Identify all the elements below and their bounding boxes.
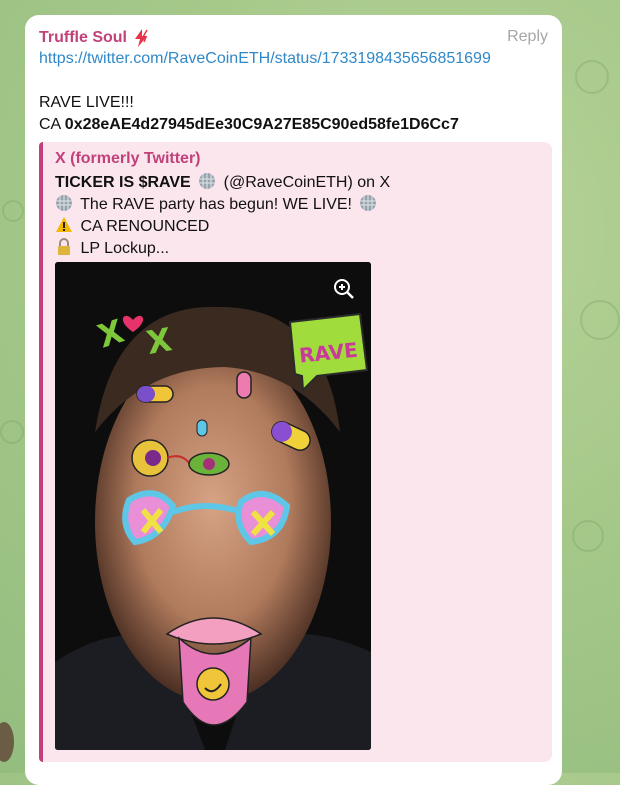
preview-source: X (formerly Twitter) <box>55 150 201 167</box>
preview-line: LP Lockup... <box>52 238 169 258</box>
background-doodle <box>0 420 24 444</box>
zoom-in-icon[interactable] <box>333 278 355 300</box>
sender-avatar[interactable] <box>0 722 14 762</box>
background-doodle <box>575 60 609 94</box>
disco-ball-icon <box>199 173 216 189</box>
preview-line-text: CA RENOUNCED <box>80 218 210 235</box>
background-doodle <box>572 520 604 552</box>
preview-title: TICKER IS $RAVE (@RaveCoinETH) on X <box>55 172 390 192</box>
preview-line: CA RENOUNCED <box>52 216 209 236</box>
message-bubble: Truffle Soul Reply https://twitter.com/R… <box>25 15 562 785</box>
warning-icon <box>56 217 72 232</box>
lightning-icon <box>135 29 148 47</box>
preview-title-text: TICKER IS $RAVE <box>55 174 191 191</box>
background-doodle <box>2 200 24 222</box>
preview-artwork: X X RAVE <box>55 262 371 750</box>
disco-ball-icon <box>360 195 377 211</box>
sender-name-text: Truffle Soul <box>39 29 127 46</box>
contract-address: 0x28eAE4d27945dEe30C9A27E85C90ed58fe1D6C… <box>64 116 459 133</box>
link-preview[interactable]: X (formerly Twitter) TICKER IS $RAVE (@R… <box>39 142 552 762</box>
lock-icon <box>58 238 70 255</box>
message-line: RAVE LIVE!!! <box>39 94 134 111</box>
ca-label: CA <box>39 116 65 133</box>
preview-line-text: LP Lockup... <box>80 240 170 257</box>
sender-name[interactable]: Truffle Soul <box>39 28 151 48</box>
reply-button[interactable]: Reply <box>507 28 548 46</box>
background-doodle <box>580 300 620 340</box>
preview-title-handle: (@RaveCoinETH) on X <box>223 174 391 191</box>
contract-line: CA 0x28eAE4d27945dEe30C9A27E85C90ed58fe1… <box>39 116 459 134</box>
preview-line: The RAVE party has begun! WE LIVE! <box>52 194 380 214</box>
preview-line-text: The RAVE party has begun! WE LIVE! <box>80 196 352 213</box>
preview-image[interactable]: X X RAVE <box>55 262 371 750</box>
disco-ball-icon <box>56 195 72 211</box>
tweet-link[interactable]: https://twitter.com/RaveCoinETH/status/1… <box>39 50 491 68</box>
